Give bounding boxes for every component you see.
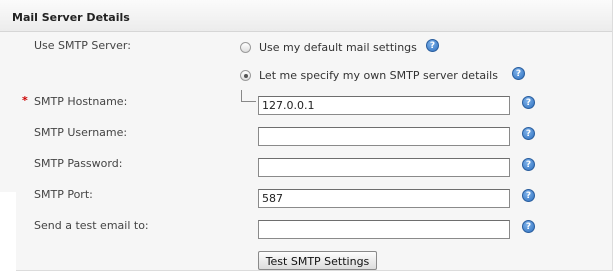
smtp-hostname-label: SMTP Hostname: bbox=[34, 95, 128, 108]
smtp-password-input[interactable] bbox=[258, 158, 510, 177]
help-icon[interactable]: ? bbox=[522, 158, 535, 171]
section-header: Mail Server Details bbox=[0, 0, 612, 32]
custom-smtp-radio[interactable] bbox=[240, 70, 251, 81]
tree-connector bbox=[241, 90, 256, 102]
required-marker: * bbox=[22, 94, 28, 107]
custom-smtp-label[interactable]: Let me specify my own SMTP server detail… bbox=[259, 69, 498, 82]
section-title: Mail Server Details bbox=[12, 11, 130, 24]
help-icon[interactable]: ? bbox=[426, 39, 439, 52]
help-icon[interactable]: ? bbox=[522, 127, 535, 140]
test-email-input[interactable] bbox=[258, 220, 510, 239]
default-mail-settings-radio[interactable] bbox=[240, 42, 251, 53]
smtp-username-label: SMTP Username: bbox=[34, 126, 128, 139]
help-icon[interactable]: ? bbox=[522, 189, 535, 202]
use-smtp-server-label: Use SMTP Server: bbox=[34, 39, 131, 52]
smtp-hostname-input[interactable]: 127.0.0.1 bbox=[258, 96, 510, 115]
mail-server-panel: Mail Server Details Use SMTP Server: Use… bbox=[0, 0, 613, 271]
help-icon[interactable]: ? bbox=[512, 67, 525, 80]
default-mail-settings-label[interactable]: Use my default mail settings bbox=[259, 41, 417, 54]
page-background bbox=[0, 192, 16, 272]
test-email-label: Send a test email to: bbox=[34, 219, 149, 232]
test-smtp-settings-button[interactable]: Test SMTP Settings bbox=[258, 251, 377, 270]
smtp-password-label: SMTP Password: bbox=[34, 157, 123, 170]
smtp-port-input[interactable]: 587 bbox=[258, 189, 510, 208]
help-icon[interactable]: ? bbox=[522, 96, 535, 109]
smtp-username-input[interactable] bbox=[258, 127, 510, 146]
smtp-port-label: SMTP Port: bbox=[34, 188, 93, 201]
help-icon[interactable]: ? bbox=[522, 220, 535, 233]
